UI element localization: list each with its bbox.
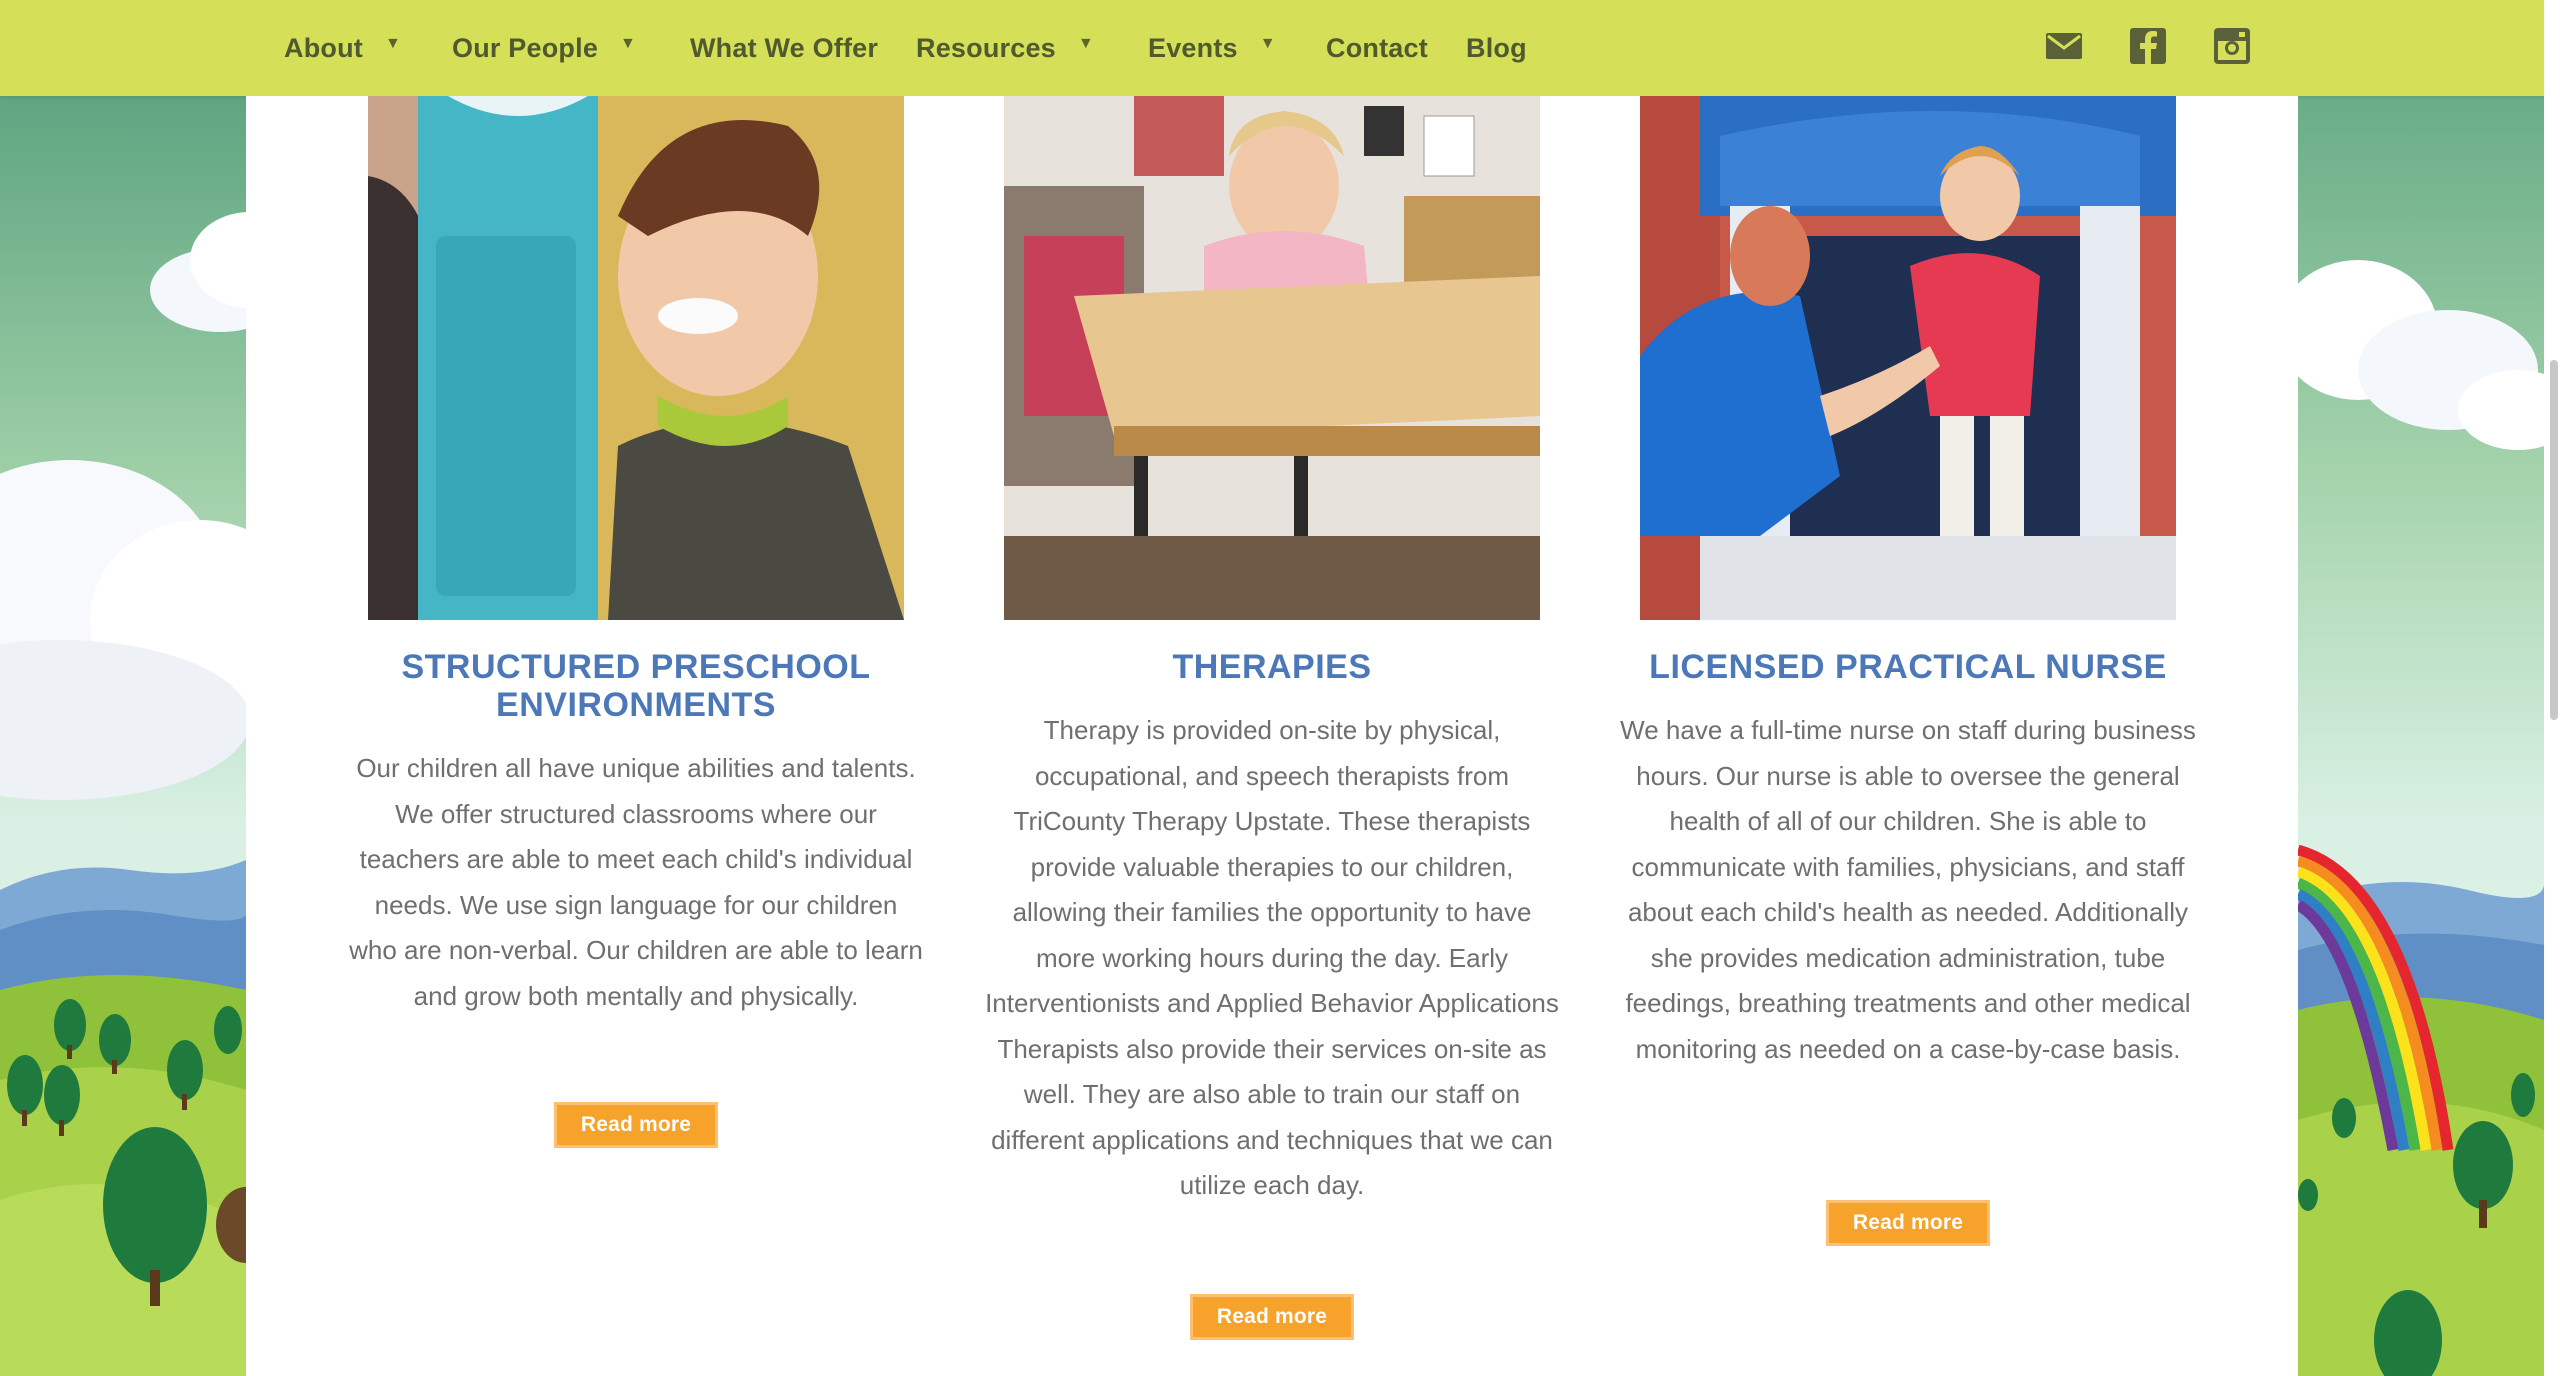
card-body-text: Therapy is provided on-site by physical,… <box>985 715 1559 1200</box>
background-scenery-right <box>2298 0 2544 1376</box>
facebook-icon[interactable] <box>2128 26 2168 66</box>
nav-item-label: About <box>284 32 363 63</box>
card-title: LICENSED PRACTICAL NURSE <box>1649 648 2167 686</box>
page: About ▼ Our People ▼ What We Offer Resou… <box>0 0 2560 1376</box>
nav-item-label: Events <box>1148 32 1238 63</box>
nav-item-label: Contact <box>1326 32 1428 63</box>
card-image-boy-smiling <box>368 96 904 620</box>
chevron-down-icon: ▼ <box>384 35 402 52</box>
instagram-icon[interactable] <box>2212 26 2252 66</box>
card-body-text: We have a full-time nurse on staff durin… <box>1620 715 2196 1064</box>
nav-item-events[interactable]: Events ▼ <box>1148 30 1276 66</box>
read-more-button[interactable]: Read more <box>1190 1294 1354 1340</box>
chevron-down-icon: ▼ <box>1259 35 1276 52</box>
chevron-down-icon: ▼ <box>1077 35 1094 52</box>
card-title: STRUCTURED PRESCHOOL ENVIRONMENTS <box>401 648 871 724</box>
nav-item-about[interactable]: About ▼ <box>284 30 401 66</box>
nav-item-what-we-offer[interactable]: What We Offer <box>690 30 878 66</box>
nav-item-label: Our People <box>452 32 599 63</box>
card-image-nurse-with-child <box>1640 96 2176 620</box>
nav-item-label: Blog <box>1466 32 1527 63</box>
nav-item-contact[interactable]: Contact <box>1326 30 1428 66</box>
card-title: THERAPIES <box>1172 648 1372 686</box>
card-image-girl-at-table <box>1004 96 1540 620</box>
email-icon[interactable] <box>2044 26 2084 66</box>
nav-item-our-people[interactable]: Our People ▼ <box>452 30 636 66</box>
content-panel: STRUCTURED PRESCHOOL ENVIRONMENTS Our ch… <box>246 96 2298 1376</box>
top-navigation-bar: About ▼ Our People ▼ What We Offer Resou… <box>0 0 2544 96</box>
nav-item-resources[interactable]: Resources ▼ <box>916 30 1094 66</box>
card-body-text: Our children all have unique abilities a… <box>349 753 923 1011</box>
read-more-button[interactable]: Read more <box>554 1102 718 1148</box>
browser-scrollbar-thumb[interactable] <box>2550 360 2558 720</box>
nav-item-label: What We Offer <box>690 32 879 63</box>
nav-item-label: Resources <box>916 32 1056 63</box>
background-scenery-left <box>0 0 246 1376</box>
nav-item-blog[interactable]: Blog <box>1466 30 1527 66</box>
read-more-button[interactable]: Read more <box>1826 1200 1990 1246</box>
chevron-down-icon: ▼ <box>620 35 637 52</box>
